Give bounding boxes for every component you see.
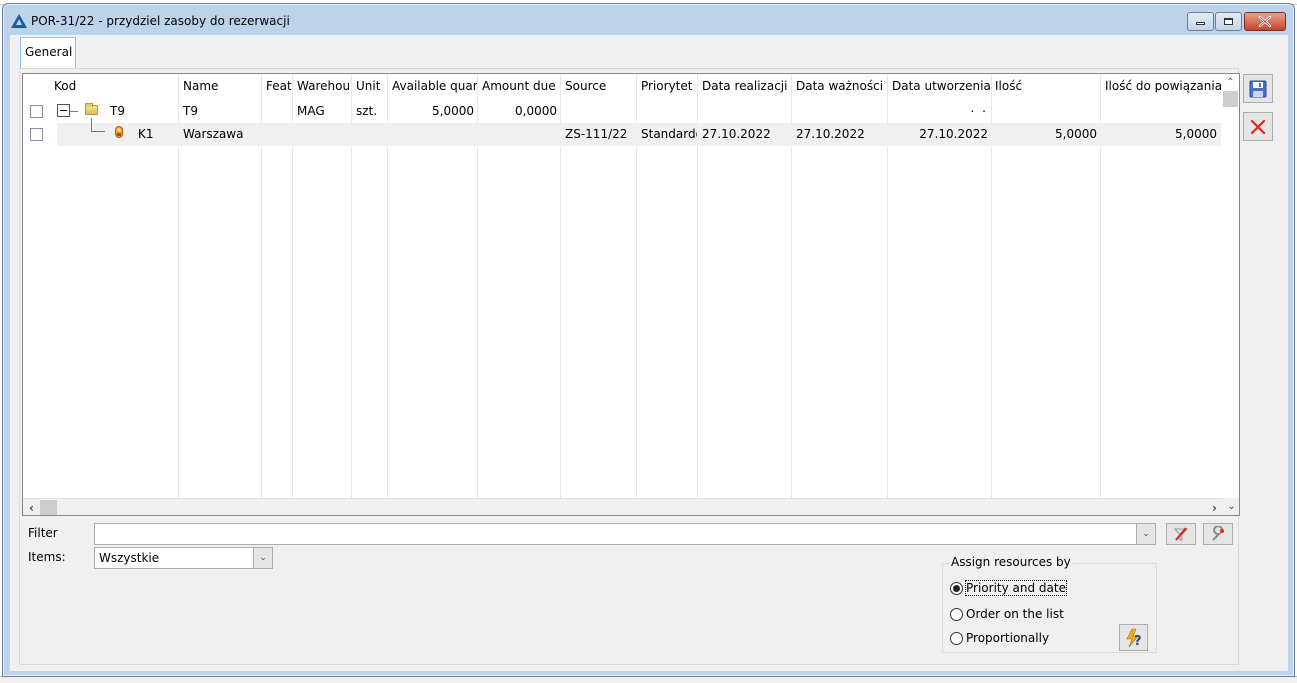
title-bar[interactable]: POR-31/22 - przydziel zasoby do rezerwac… [3,4,1294,36]
red-x-icon [1250,119,1266,134]
scroll-left-icon[interactable]: ‹ [23,499,40,515]
cell-unit: szt. [356,104,378,118]
row-checkbox[interactable] [30,105,43,118]
cell-name: T9 [183,104,198,118]
wrench-icon [1212,526,1224,541]
dialog-client-area: General Kod Name Feat Warehou Unit Avail… [10,35,1288,671]
filter-dropdown-chevron-icon[interactable]: ⌄ [1136,524,1155,544]
column-header-ilosc[interactable]: Ilość [995,79,1100,93]
cell-kod: T9 [110,104,125,118]
save-button[interactable] [1243,74,1273,103]
dialog-window: POR-31/22 - przydziel zasoby do rezerwac… [2,3,1295,677]
column-header-data-waznosci[interactable]: Data ważności [796,79,887,93]
collapse-toggle-icon[interactable] [57,104,70,117]
cell-data-waznosci: 27.10.2022 [796,127,865,141]
resources-grid: Kod Name Feat Warehou Unit Available qua… [22,73,1240,516]
cell-available: 5,0000 [432,104,474,118]
minimize-button[interactable] [1187,12,1214,31]
vertical-scrollbar[interactable]: ⌃ [1222,74,1239,499]
column-header-ilosc-do-powiazania[interactable]: Ilość do powiązania [1105,79,1223,93]
customer-icon [115,126,123,138]
column-header-kod[interactable]: Kod [54,79,174,93]
radio-label: Priority and date [965,580,1067,596]
general-tab-panel: Kod Name Feat Warehou Unit Available qua… [19,68,1240,665]
radio-label: Proportionally [966,631,1050,645]
radio-unselected-icon[interactable] [950,607,963,621]
assign-run-button[interactable]: ? [1119,624,1148,651]
svg-text:?: ? [1134,634,1142,648]
cell-ilosc: 5,0000 [1055,127,1097,141]
scroll-right-icon[interactable]: › [1206,499,1223,515]
filter-builder-button[interactable] [1203,523,1233,545]
cell-ilosc-do-powiazania: 5,0000 [1175,127,1217,141]
lightning-question-icon: ? [1126,628,1142,648]
scroll-thumb[interactable] [40,500,57,515]
filter-input[interactable]: ⌄ [94,523,1156,545]
assign-resources-group: Assign resources by Priority and date Or… [942,555,1157,653]
folder-icon [85,103,98,115]
column-header-data-utworzenia[interactable]: Data utworzenia [892,79,991,93]
close-icon [1258,16,1272,27]
cell-source: ZS-111/22 [565,127,628,141]
cell-kod: K1 [138,127,154,141]
items-label: Items: [28,550,66,564]
scroll-up-icon[interactable]: ⌃ [1222,74,1239,91]
items-selected-value: Wszystkie [99,551,160,565]
items-dropdown-chevron-icon[interactable]: ⌄ [253,548,272,568]
radio-selected-icon[interactable] [950,581,963,595]
cancel-button[interactable] [1243,112,1273,141]
tree-connector [91,118,92,131]
floppy-disk-icon [1249,80,1267,97]
row-checkbox[interactable] [30,128,43,141]
minimize-icon [1196,22,1205,25]
column-header-feat[interactable]: Feat [266,79,292,93]
maximize-button[interactable] [1215,12,1242,31]
cell-name: Warszawa [183,127,244,141]
radio-unselected-icon[interactable] [950,631,963,645]
cell-data-utworzenia: . . [970,101,988,115]
column-header-unit[interactable]: Unit [356,79,387,93]
column-header-data-realizacji[interactable]: Data realizacji [702,79,791,93]
cell-data-utworzenia: 27.10.2022 [919,127,988,141]
tab-general-label: General [25,45,73,59]
column-header-available[interactable]: Available quan [392,79,477,93]
column-header-priority[interactable]: Priorytet [641,79,697,93]
app-logo-icon [11,14,27,28]
funnel-strike-icon [1173,527,1189,541]
tree-connector [91,131,105,132]
radio-order-on-list[interactable]: Order on the list [950,607,1064,621]
background-taskbar-strip [0,676,1297,683]
scroll-down-icon[interactable]: ⌄ [1223,498,1239,515]
column-header-name[interactable]: Name [183,79,259,93]
clear-filter-button[interactable] [1166,523,1196,545]
cell-amount-due: 0,0000 [515,104,557,118]
window-title: POR-31/22 - przydziel zasoby do rezerwac… [31,14,290,28]
cell-priority: Standardo [641,127,697,141]
radio-label: Order on the list [966,607,1064,621]
column-header-warehouse[interactable]: Warehou [297,79,351,93]
assign-resources-legend: Assign resources by [949,555,1073,569]
close-button[interactable] [1244,12,1286,31]
column-header-source[interactable]: Source [565,79,636,93]
radio-priority-and-date[interactable]: Priority and date [950,580,1067,596]
filter-label: Filter [28,526,58,540]
items-select[interactable]: Wszystkie ⌄ [94,547,273,569]
horizontal-scrollbar[interactable]: ‹ › [23,498,1223,515]
cell-data-realizacji: 27.10.2022 [702,127,771,141]
restore-icon [1224,18,1233,25]
scroll-thumb[interactable] [1223,91,1238,107]
tree-connector [70,111,78,112]
radio-proportionally[interactable]: Proportionally [950,631,1049,645]
cell-warehouse: MAG [297,104,325,118]
column-header-amount-due[interactable]: Amount due [482,79,560,93]
tab-general[interactable]: General [20,37,76,68]
